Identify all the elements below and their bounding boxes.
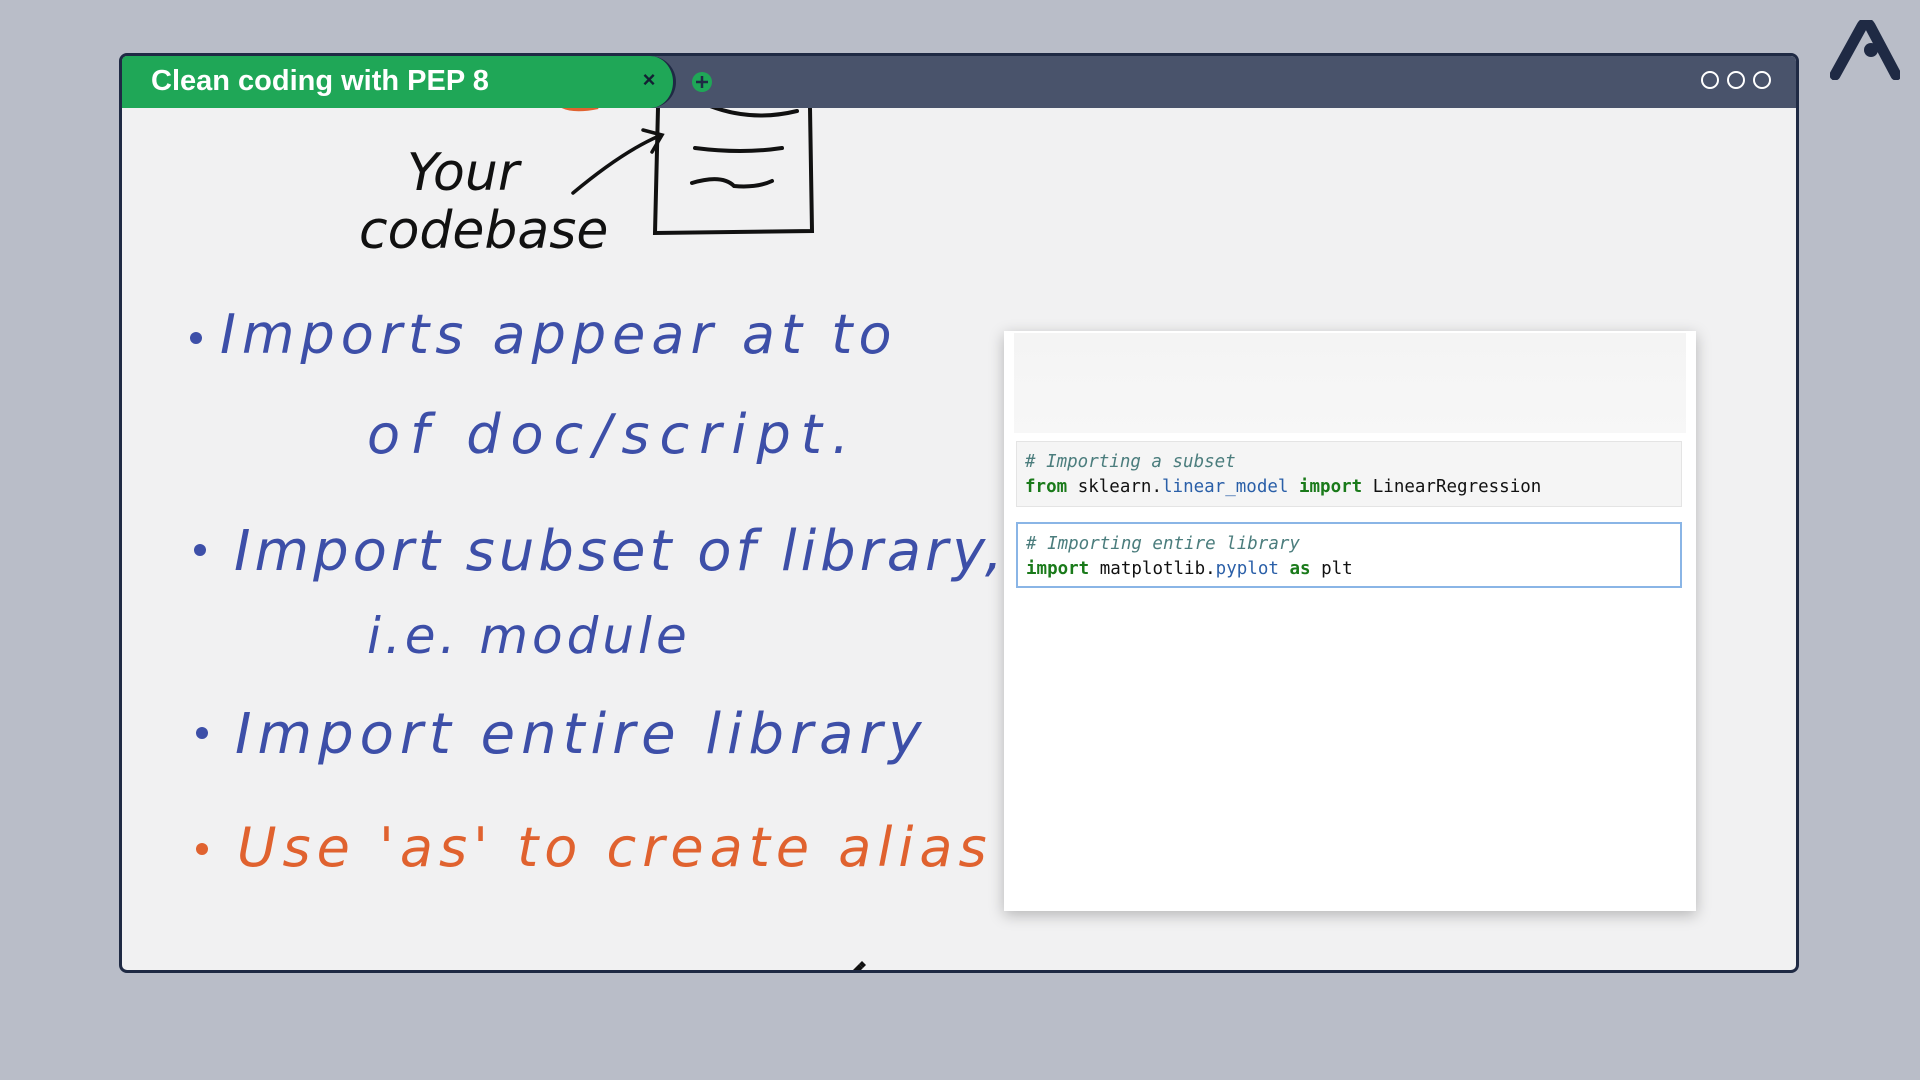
orange-mark <box>561 104 599 112</box>
codebase-label-line2: codebase <box>359 201 608 261</box>
code-cell[interactable]: # Importing a subset from sklearn.linear… <box>1016 441 1682 507</box>
bullet-dot <box>196 843 208 855</box>
arrow-icon <box>571 128 665 195</box>
code-comment: # Importing a subset <box>1025 452 1236 472</box>
tab-active[interactable]: Clean coding with PEP 8 × <box>122 56 676 108</box>
code-module: sklearn. <box>1077 477 1162 497</box>
code-keyword: import <box>1298 477 1363 497</box>
notebook-header <box>1014 333 1686 433</box>
whiteboard-canvas[interactable]: Your codebase Imports appear at to of do… <box>122 104 1796 970</box>
bullet-dot <box>196 727 208 739</box>
bullet-dot <box>190 332 202 344</box>
code-name: LinearRegression <box>1372 477 1542 497</box>
plus-circle-icon[interactable] <box>689 69 715 95</box>
code-line: from sklearn.linear_model import LinearR… <box>1025 475 1673 500</box>
brand-logo-icon <box>1830 20 1900 80</box>
close-icon[interactable]: × <box>637 68 661 92</box>
code-attribute: pyplot <box>1215 559 1279 579</box>
bullet-1-line1: Imports appear at to <box>220 303 897 366</box>
bullet-2-line2: i.e. module <box>367 607 691 665</box>
notebook-panel: # Importing a subset from sklearn.linear… <box>1004 331 1696 911</box>
document-icon <box>652 104 815 236</box>
code-module: matplotlib. <box>1099 559 1216 579</box>
code-keyword: from <box>1025 477 1068 497</box>
code-comment: # Importing entire library <box>1026 534 1300 554</box>
code-cell-selected[interactable]: # Importing entire library import matplo… <box>1016 522 1682 588</box>
window-control-circle-icon[interactable] <box>1701 71 1719 89</box>
bullet-3-line1: Import entire library <box>235 702 928 767</box>
pen-cursor-icon <box>853 961 866 970</box>
window-control-circle-icon[interactable] <box>1753 71 1771 89</box>
code-keyword: as <box>1289 559 1311 579</box>
bullet-dot <box>194 544 206 556</box>
tab-title: Clean coding with PEP 8 <box>151 65 489 97</box>
code-line: import matplotlib.pyplot as plt <box>1026 557 1672 582</box>
bullet-1-line2: of doc/script. <box>367 403 859 466</box>
code-attribute: linear_model <box>1162 477 1289 497</box>
bullet-4-line1: Use 'as' to create alias <box>237 816 993 879</box>
bullet-2-line1: Import subset of library, <box>234 519 1007 584</box>
code-name: plt <box>1321 559 1353 579</box>
window-control-circle-icon[interactable] <box>1727 71 1745 89</box>
codebase-label-line1: Your <box>407 143 523 203</box>
app-window: Clean coding with PEP 8 × Your codebase … <box>119 53 1799 973</box>
window-controls <box>1701 71 1771 89</box>
title-bar: Clean coding with PEP 8 × <box>122 56 1796 108</box>
code-keyword: import <box>1026 559 1090 579</box>
